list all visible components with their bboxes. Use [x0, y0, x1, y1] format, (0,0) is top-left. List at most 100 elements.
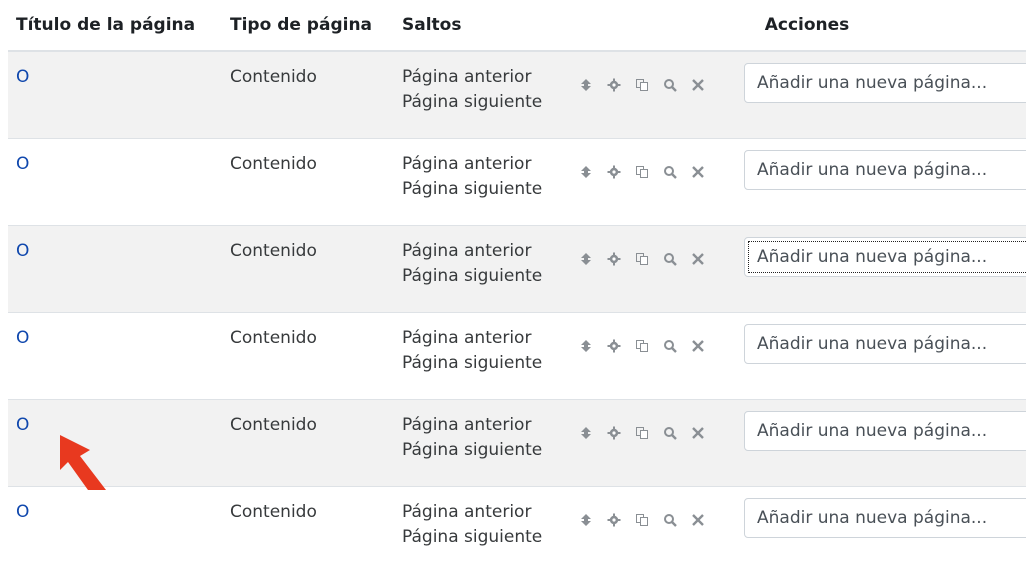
page-title-link[interactable]: O — [16, 241, 29, 261]
search-icon[interactable] — [658, 421, 682, 445]
jump-next: Página siguiente — [402, 177, 566, 202]
move-icon[interactable] — [574, 247, 598, 271]
jump-next: Página siguiente — [402, 351, 566, 376]
move-icon[interactable] — [574, 160, 598, 184]
add-page-select[interactable]: Añadir una nueva página... — [744, 498, 1026, 538]
pages-table: Título de la página Tipo de página Salto… — [8, 0, 1026, 573]
jump-previous: Página anterior — [402, 152, 566, 177]
title-cell: O — [8, 226, 222, 313]
add-page-select[interactable]: Añadir una nueva página... — [744, 324, 1026, 364]
header-actions: Acciones — [566, 0, 1026, 51]
copy-icon[interactable] — [630, 421, 654, 445]
add-page-select[interactable]: Añadir una nueva página... — [744, 411, 1026, 451]
red-arrow-pointer-icon — [48, 430, 128, 490]
copy-icon[interactable] — [630, 247, 654, 271]
jumps-cell: Página anterior Página siguiente — [394, 400, 566, 487]
search-icon[interactable] — [658, 247, 682, 271]
page-title-link[interactable]: O — [16, 328, 29, 348]
close-icon[interactable] — [686, 421, 710, 445]
action-icons-cell — [566, 51, 736, 139]
jump-previous: Página anterior — [402, 413, 566, 438]
select-cell: Añadir una nueva página... — [736, 139, 1026, 226]
jump-previous: Página anterior — [402, 239, 566, 264]
jumps-cell: Página anterior Página siguiente — [394, 51, 566, 139]
action-icons-cell — [566, 313, 736, 400]
page-title-link[interactable]: O — [16, 154, 29, 174]
jumps-cell: Página anterior Página siguiente — [394, 313, 566, 400]
gear-icon[interactable] — [602, 334, 626, 358]
table-row: O Contenido Página anterior Página sigui… — [8, 51, 1026, 139]
gear-icon[interactable] — [602, 508, 626, 532]
table-row: O Contenido Página anterior Página sigui… — [8, 139, 1026, 226]
page-title-link[interactable]: O — [16, 415, 29, 435]
jumps-cell: Página anterior Página siguiente — [394, 226, 566, 313]
add-page-select-value: Añadir una nueva página... — [757, 71, 987, 96]
title-cell: O — [8, 487, 222, 573]
copy-icon[interactable] — [630, 508, 654, 532]
jumps-cell: Página anterior Página siguiente — [394, 139, 566, 226]
header-row: Título de la página Tipo de página Salto… — [8, 0, 1026, 51]
jumps-cell: Página anterior Página siguiente — [394, 487, 566, 573]
select-cell: Añadir una nueva página... — [736, 313, 1026, 400]
jump-previous: Página anterior — [402, 500, 566, 525]
type-cell: Contenido — [222, 487, 394, 573]
add-page-select[interactable]: Añadir una nueva página... — [744, 237, 1026, 277]
title-cell: O — [8, 51, 222, 139]
add-page-select-value: Añadir una nueva página... — [757, 158, 987, 183]
search-icon[interactable] — [658, 508, 682, 532]
title-cell: O — [8, 313, 222, 400]
table-row: O Contenido Página anterior Página sigui… — [8, 226, 1026, 313]
page-title-link[interactable]: O — [16, 67, 29, 87]
search-icon[interactable] — [658, 73, 682, 97]
copy-icon[interactable] — [630, 160, 654, 184]
jump-next: Página siguiente — [402, 90, 566, 115]
header-type: Tipo de página — [222, 0, 394, 51]
copy-icon[interactable] — [630, 334, 654, 358]
jump-previous: Página anterior — [402, 326, 566, 351]
type-cell: Contenido — [222, 313, 394, 400]
add-page-select-value: Añadir una nueva página... — [757, 419, 987, 444]
header-jumps: Saltos — [394, 0, 566, 51]
close-icon[interactable] — [686, 73, 710, 97]
gear-icon[interactable] — [602, 160, 626, 184]
action-icons-cell — [566, 487, 736, 573]
type-cell: Contenido — [222, 51, 394, 139]
table-row: O Contenido Página anterior Página sigui… — [8, 313, 1026, 400]
action-icons-cell — [566, 139, 736, 226]
type-cell: Contenido — [222, 226, 394, 313]
search-icon[interactable] — [658, 160, 682, 184]
add-page-select-value: Añadir una nueva página... — [757, 245, 987, 270]
close-icon[interactable] — [686, 160, 710, 184]
jump-next: Página siguiente — [402, 264, 566, 289]
type-cell: Contenido — [222, 400, 394, 487]
jump-previous: Página anterior — [402, 65, 566, 90]
select-cell: Añadir una nueva página... — [736, 51, 1026, 139]
close-icon[interactable] — [686, 247, 710, 271]
move-icon[interactable] — [574, 73, 598, 97]
gear-icon[interactable] — [602, 247, 626, 271]
gear-icon[interactable] — [602, 421, 626, 445]
action-icons-cell — [566, 400, 736, 487]
add-page-select[interactable]: Añadir una nueva página... — [744, 150, 1026, 190]
close-icon[interactable] — [686, 508, 710, 532]
add-page-select-value: Añadir una nueva página... — [757, 506, 987, 531]
move-icon[interactable] — [574, 508, 598, 532]
page-title-link[interactable]: O — [16, 502, 29, 522]
jump-next: Página siguiente — [402, 525, 566, 550]
copy-icon[interactable] — [630, 73, 654, 97]
add-page-select-value: Añadir una nueva página... — [757, 332, 987, 357]
select-cell: Añadir una nueva página... — [736, 400, 1026, 487]
jump-next: Página siguiente — [402, 438, 566, 463]
table-row: O Contenido Página anterior Página sigui… — [8, 487, 1026, 573]
search-icon[interactable] — [658, 334, 682, 358]
select-cell: Añadir una nueva página... — [736, 487, 1026, 573]
move-icon[interactable] — [574, 421, 598, 445]
header-title: Título de la página — [8, 0, 222, 51]
move-icon[interactable] — [574, 334, 598, 358]
action-icons-cell — [566, 226, 736, 313]
type-cell: Contenido — [222, 139, 394, 226]
close-icon[interactable] — [686, 334, 710, 358]
add-page-select[interactable]: Añadir una nueva página... — [744, 63, 1026, 103]
gear-icon[interactable] — [602, 73, 626, 97]
table-row: O Contenido Página anterior Página sigui… — [8, 400, 1026, 487]
